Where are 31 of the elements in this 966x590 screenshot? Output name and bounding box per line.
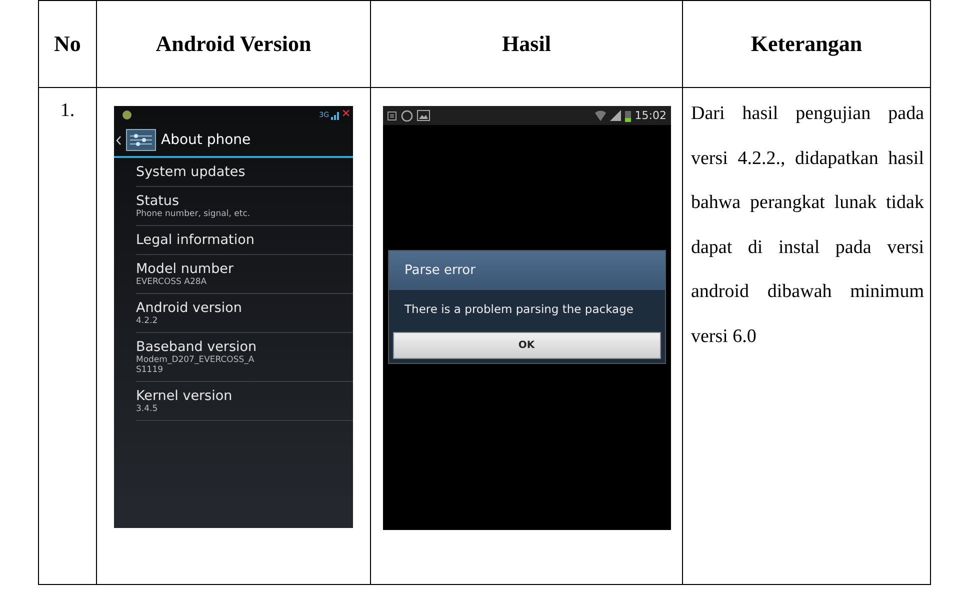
ok-button[interactable]: OK: [392, 332, 660, 359]
wifi-icon: [594, 110, 606, 121]
settings-item-subtitle: EVERCOSS A28A: [136, 277, 208, 287]
row-number: 1.: [59, 99, 76, 122]
settings-item-title[interactable]: Status: [136, 193, 353, 209]
settings-item-subtitle: 4.2.2: [136, 316, 159, 326]
back-chevron-icon: [116, 136, 121, 144]
settings-item-subtitle: Phone number, signal, etc.: [136, 209, 252, 219]
settings-item-subtitle: Modem_D207_EVERCOSS_A S1119: [136, 355, 256, 375]
notification-icon: [386, 110, 396, 120]
settings-sliders-icon: [126, 129, 156, 151]
clock: 15:02: [634, 109, 666, 122]
signal-icon: [610, 110, 621, 121]
settings-item-title[interactable]: System updates: [136, 164, 353, 180]
settings-item-subtitle: 3.4.5: [136, 404, 159, 414]
column-header: Keterangan: [682, 0, 930, 88]
description-text: Dari hasil pengujian pada versi 4.2.2., didapatkan hasil bahwa perangkat lunak tidak dapat di instal pada versi android dibawah minimum versi 6.0: [690, 102, 925, 348]
settings-item-title[interactable]: Android version: [136, 300, 353, 316]
column-header: No: [38, 0, 96, 88]
image-icon: [416, 110, 430, 121]
column-header: Android Version: [96, 0, 370, 88]
column-header: Hasil: [370, 0, 682, 88]
screen-title: About phone: [161, 132, 251, 148]
settings-item-title[interactable]: Baseband version: [136, 339, 353, 355]
settings-item-title[interactable]: Kernel version: [136, 388, 353, 404]
dialog-message: There is a problem parsing the package: [404, 301, 634, 318]
settings-item-title[interactable]: Model number: [136, 261, 353, 277]
dialog-title: Parse error: [388, 251, 664, 290]
signal-icon: [331, 110, 341, 120]
settings-item-title[interactable]: Legal information: [136, 232, 353, 248]
battery-icon: [624, 110, 631, 122]
